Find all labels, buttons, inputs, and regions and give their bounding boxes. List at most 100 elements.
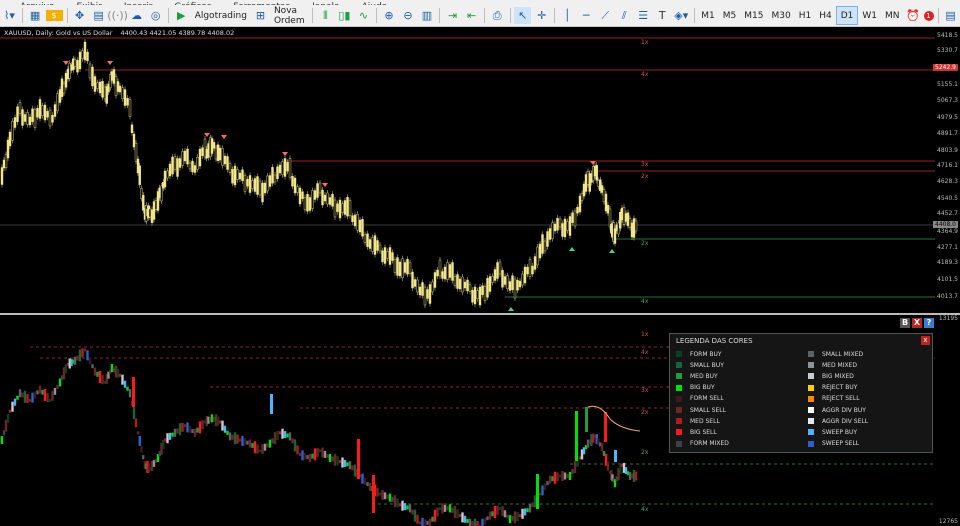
legend-swatch <box>808 395 814 402</box>
timeframe-m30[interactable]: M30 <box>768 7 795 24</box>
market-watch-icon[interactable]: ▦ <box>27 7 44 24</box>
toolbar-separator <box>312 8 313 23</box>
candle <box>132 133 136 148</box>
cursor-icon[interactable]: ↖ <box>514 7 532 24</box>
candle <box>313 190 317 200</box>
timeframe-mn[interactable]: MN <box>881 7 904 24</box>
candle <box>351 215 354 222</box>
candle <box>123 89 127 106</box>
screenshot-icon[interactable]: ⎙ <box>489 7 506 24</box>
indicator-bar <box>476 521 479 526</box>
candle <box>386 251 389 259</box>
panel-b-button[interactable]: B <box>900 318 910 328</box>
candlestick-icon[interactable]: ▯▮ <box>336 7 353 24</box>
indicator-bar <box>416 514 419 524</box>
shapes-icon[interactable]: ◈▾ <box>673 7 690 24</box>
crosshair-icon[interactable]: ✛ <box>533 7 550 24</box>
zoom-out-icon[interactable]: ⊖ <box>399 7 416 24</box>
tile-windows-icon[interactable]: ▥ <box>418 7 435 24</box>
indicator-bar <box>163 438 167 442</box>
candle <box>116 81 120 92</box>
horizontal-line-icon[interactable]: ─ <box>578 7 595 24</box>
chart-shift-icon[interactable]: ⇤ <box>463 7 480 24</box>
candle <box>516 280 519 291</box>
candle <box>333 199 337 218</box>
line-chart-icon[interactable]: ∿ <box>355 7 372 24</box>
chart-type-icon[interactable]: ⌇▾ <box>1 7 18 24</box>
timeframe-h1[interactable]: H1 <box>795 7 816 24</box>
text-tool-icon[interactable]: T <box>654 7 671 24</box>
indicator-bar <box>413 509 417 522</box>
indicator-highlight-bar <box>585 407 588 432</box>
timeframe-h4[interactable]: H4 <box>815 7 836 24</box>
algotrading-button[interactable]: Algotrading <box>191 11 251 21</box>
timeframe-m5[interactable]: M5 <box>719 7 741 24</box>
legend-close-button[interactable]: x <box>921 336 930 345</box>
algotrading-icon[interactable]: ▶ <box>173 7 190 24</box>
ide-icon[interactable]: ▤ <box>90 7 107 24</box>
vps-icon[interactable]: ☁ <box>128 7 145 24</box>
channel-icon[interactable]: ⫽ <box>616 7 633 24</box>
chart-window[interactable]: XAUUSD, Daily: Gold vs US Dollar 4400.43… <box>0 27 960 526</box>
profile-icon[interactable]: ▤ <box>942 7 959 24</box>
alarm-icon[interactable]: ⏰ <box>905 7 922 24</box>
new-order-icon[interactable]: ⊞ <box>252 7 269 24</box>
zoom-in-icon[interactable]: ⊕ <box>380 7 397 24</box>
sell-signal-marker <box>221 135 227 139</box>
autoscroll-icon[interactable]: ⇥ <box>444 7 461 24</box>
timeframe-d1[interactable]: D1 <box>835 6 859 25</box>
indicator-bar <box>76 355 79 361</box>
vertical-line-icon[interactable]: │ <box>559 7 576 24</box>
new-order-button[interactable]: Nova Ordem <box>270 6 309 26</box>
indicator-bar <box>481 518 484 526</box>
indicator-bar <box>353 464 357 477</box>
symbol-info: XAUUSD, Daily: Gold vs US Dollar 4400.43… <box>4 29 234 37</box>
indicator-bar <box>438 506 442 510</box>
indicator-bar <box>436 507 439 517</box>
candle <box>556 218 559 231</box>
indicator-bar <box>263 443 267 451</box>
legend-item: REJECT BUY <box>808 383 857 393</box>
indicator-bar <box>21 392 24 398</box>
candle <box>476 290 479 299</box>
indicator-bar <box>366 482 369 487</box>
fibonacci-icon[interactable]: ☰ <box>635 7 652 24</box>
candle <box>226 156 229 170</box>
indicator-bar <box>303 452 307 460</box>
signals-icon[interactable]: ((·)) <box>107 7 128 24</box>
timeframe-m1[interactable]: M1 <box>697 7 719 24</box>
trendline-icon[interactable]: ⟋ <box>597 7 614 24</box>
refresh-icon[interactable]: ◎ <box>147 7 164 24</box>
indicator-bar <box>326 454 329 459</box>
legend-title: LEGENDA DAS CORES <box>676 337 753 345</box>
candle <box>436 269 439 277</box>
candle <box>431 281 434 293</box>
candle <box>76 60 79 73</box>
indicator-bar <box>256 444 259 454</box>
strategy-tester-icon[interactable]: ✥ <box>71 7 88 24</box>
indicator-bar <box>198 421 202 434</box>
candle <box>43 104 47 121</box>
indicator-min-label: 12765 <box>938 518 958 525</box>
timeframe-w1[interactable]: W1 <box>858 7 881 24</box>
panel-close-button[interactable]: X <box>912 318 922 328</box>
price-axis-label: 4189.3 <box>937 259 958 266</box>
candle <box>301 191 304 199</box>
pane-separator[interactable] <box>0 313 960 315</box>
indicator-bar <box>426 520 429 525</box>
indicator-bar <box>511 515 514 521</box>
candle <box>238 172 242 180</box>
indicator-bar <box>378 492 382 496</box>
candle <box>582 183 586 197</box>
candle <box>353 214 357 227</box>
candle <box>306 194 309 212</box>
timeframe-m15[interactable]: M15 <box>740 7 767 24</box>
indicator-bar <box>121 374 124 385</box>
navigator-icon[interactable]: $ <box>45 10 63 21</box>
legend-swatch <box>676 440 682 447</box>
notification-badge[interactable]: 1 <box>923 10 934 21</box>
candle <box>198 148 202 167</box>
candle <box>568 216 572 236</box>
panel-help-button[interactable]: ? <box>924 318 934 328</box>
bar-chart-icon[interactable]: ⫴ <box>317 7 334 24</box>
